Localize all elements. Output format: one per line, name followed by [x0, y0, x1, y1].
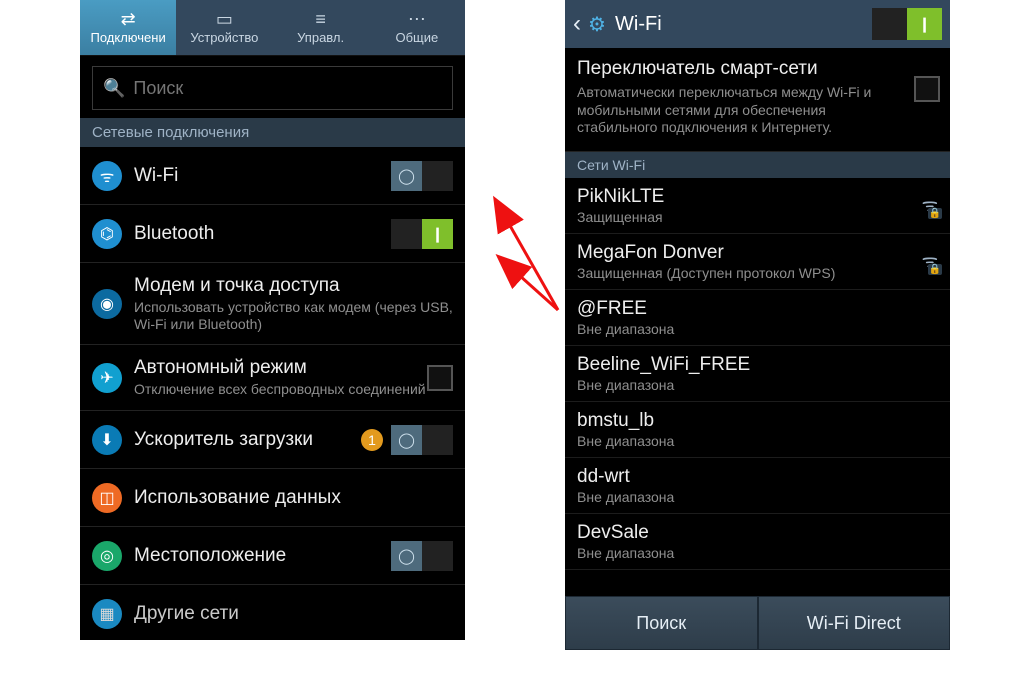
row-title: Местоположение [134, 545, 391, 567]
booster-toggle[interactable]: ◯ [391, 425, 453, 455]
bottom-button-bar: Поиск Wi-Fi Direct [565, 596, 950, 650]
row-subtitle: Использовать устройство как модем (через… [134, 299, 453, 333]
back-icon[interactable]: ‹ [573, 10, 581, 38]
row-wifi[interactable]: ᯤ Wi-Fi ◯ [80, 147, 465, 205]
bluetooth-icon: ⌬ [92, 219, 122, 249]
network-name: MegaFon Donver [577, 242, 904, 264]
smart-title: Переключатель смарт-сети [577, 58, 910, 80]
section-network-connections: Сетевые подключения [80, 118, 465, 147]
tab-control[interactable]: ≡ Управл. [273, 0, 369, 55]
section-wifi-networks: Сети Wi-Fi [565, 152, 950, 178]
airplane-checkbox[interactable] [427, 365, 453, 391]
wifi-signal-icon: ᯤ🔒 [910, 249, 938, 273]
network-status: Защищенная [577, 209, 904, 225]
tab-label: Управл. [297, 30, 344, 45]
row-download-booster[interactable]: ⬇ Ускоритель загрузки 1 ◯ [80, 411, 465, 469]
row-title: Модем и точка доступа [134, 275, 453, 297]
network-status: Вне диапазона [577, 545, 938, 561]
network-item[interactable]: dd-wrt Вне диапазона [565, 458, 950, 514]
more-icon: ⋯ [408, 10, 426, 28]
row-title: Автономный режим [134, 357, 427, 379]
bluetooth-toggle[interactable]: ❙ [391, 219, 453, 249]
wifi-toggle[interactable]: ◯ [391, 161, 453, 191]
hotspot-icon: ◉ [92, 289, 122, 319]
chart-icon: ◫ [92, 483, 122, 513]
tab-label: Устройство [190, 30, 258, 45]
wifi-screen: ‹ ⚙ Wi-Fi ❙ Переключатель смарт-сети Авт… [565, 0, 950, 650]
network-status: Вне диапазона [577, 489, 938, 505]
network-list: PikNikLTE Защищенная ᯤ🔒 MegaFon Donver З… [565, 178, 950, 570]
download-icon: ⬇ [92, 425, 122, 455]
top-tabs: ⇄ Подключени ▭ Устройство ≡ Управл. ⋯ Об… [80, 0, 465, 56]
row-title: Использование данных [134, 487, 453, 509]
arrow-to-bluetooth-toggle [500, 258, 558, 310]
settings-screen: ⇄ Подключени ▭ Устройство ≡ Управл. ⋯ Об… [80, 0, 465, 640]
grid-icon: ▦ [92, 599, 122, 629]
network-status: Защищенная (Доступен протокол WPS) [577, 265, 904, 281]
smart-subtitle: Автоматически переключаться между Wi-Fi … [577, 84, 910, 137]
row-bluetooth[interactable]: ⌬ Bluetooth ❙ [80, 205, 465, 263]
sliders-icon: ≡ [315, 10, 326, 28]
network-status: Вне диапазона [577, 377, 938, 393]
search-input[interactable] [133, 78, 442, 99]
lock-icon: 🔒 [928, 208, 942, 219]
wifi-master-toggle[interactable]: ❙ [872, 8, 942, 40]
search-bar[interactable]: 🔍 [92, 66, 453, 110]
row-other-networks[interactable]: ▦ Другие сети [80, 585, 465, 640]
tab-connections[interactable]: ⇄ Подключени [80, 0, 176, 55]
row-title: Ускоритель загрузки [134, 429, 361, 451]
row-subtitle: Отключение всех беспроводных соединений [134, 381, 427, 398]
page-title: Wi-Fi [615, 13, 872, 36]
wifi-direct-button[interactable]: Wi-Fi Direct [758, 596, 951, 650]
arrow-to-wifi-toggle [496, 201, 558, 310]
search-icon: 🔍 [103, 78, 125, 99]
row-tethering[interactable]: ◉ Модем и точка доступа Использовать уст… [80, 263, 465, 345]
network-name: DevSale [577, 522, 938, 544]
new-badge-icon: 1 [361, 429, 383, 451]
wifi-icon: ᯤ [92, 161, 122, 191]
network-item[interactable]: @FREE Вне диапазона [565, 290, 950, 346]
row-title: Wi-Fi [134, 165, 391, 187]
tab-device[interactable]: ▭ Устройство [176, 0, 272, 55]
network-item[interactable]: bmstu_lb Вне диапазона [565, 402, 950, 458]
smart-network-switch[interactable]: Переключатель смарт-сети Автоматически п… [565, 48, 950, 152]
location-toggle[interactable]: ◯ [391, 541, 453, 571]
network-name: @FREE [577, 298, 938, 320]
network-name: bmstu_lb [577, 410, 938, 432]
network-name: PikNikLTE [577, 186, 904, 208]
tab-label: Общие [396, 30, 439, 45]
device-icon: ▭ [216, 10, 233, 28]
swap-icon: ⇄ [121, 10, 136, 28]
network-item[interactable]: PikNikLTE Защищенная ᯤ🔒 [565, 178, 950, 234]
lock-icon: 🔒 [928, 264, 942, 275]
scan-button[interactable]: Поиск [565, 596, 758, 650]
smart-checkbox[interactable] [914, 76, 940, 102]
gear-icon: ⚙ [585, 12, 609, 36]
network-item[interactable]: DevSale Вне диапазона [565, 514, 950, 570]
row-title: Bluetooth [134, 223, 391, 245]
network-item[interactable]: MegaFon Donver Защищенная (Доступен прот… [565, 234, 950, 290]
row-location[interactable]: ◎ Местоположение ◯ [80, 527, 465, 585]
tab-general[interactable]: ⋯ Общие [369, 0, 465, 55]
row-title: Другие сети [134, 603, 453, 625]
wifi-signal-icon: ᯤ🔒 [910, 193, 938, 217]
airplane-icon: ✈ [92, 363, 122, 393]
row-data-usage[interactable]: ◫ Использование данных [80, 469, 465, 527]
location-icon: ◎ [92, 541, 122, 571]
row-airplane[interactable]: ✈ Автономный режим Отключение всех беспр… [80, 345, 465, 411]
wifi-header: ‹ ⚙ Wi-Fi ❙ [565, 0, 950, 48]
network-name: dd-wrt [577, 466, 938, 488]
network-item[interactable]: Beeline_WiFi_FREE Вне диапазона [565, 346, 950, 402]
network-status: Вне диапазона [577, 321, 938, 337]
tab-label: Подключени [91, 30, 166, 45]
network-name: Beeline_WiFi_FREE [577, 354, 938, 376]
network-status: Вне диапазона [577, 433, 938, 449]
